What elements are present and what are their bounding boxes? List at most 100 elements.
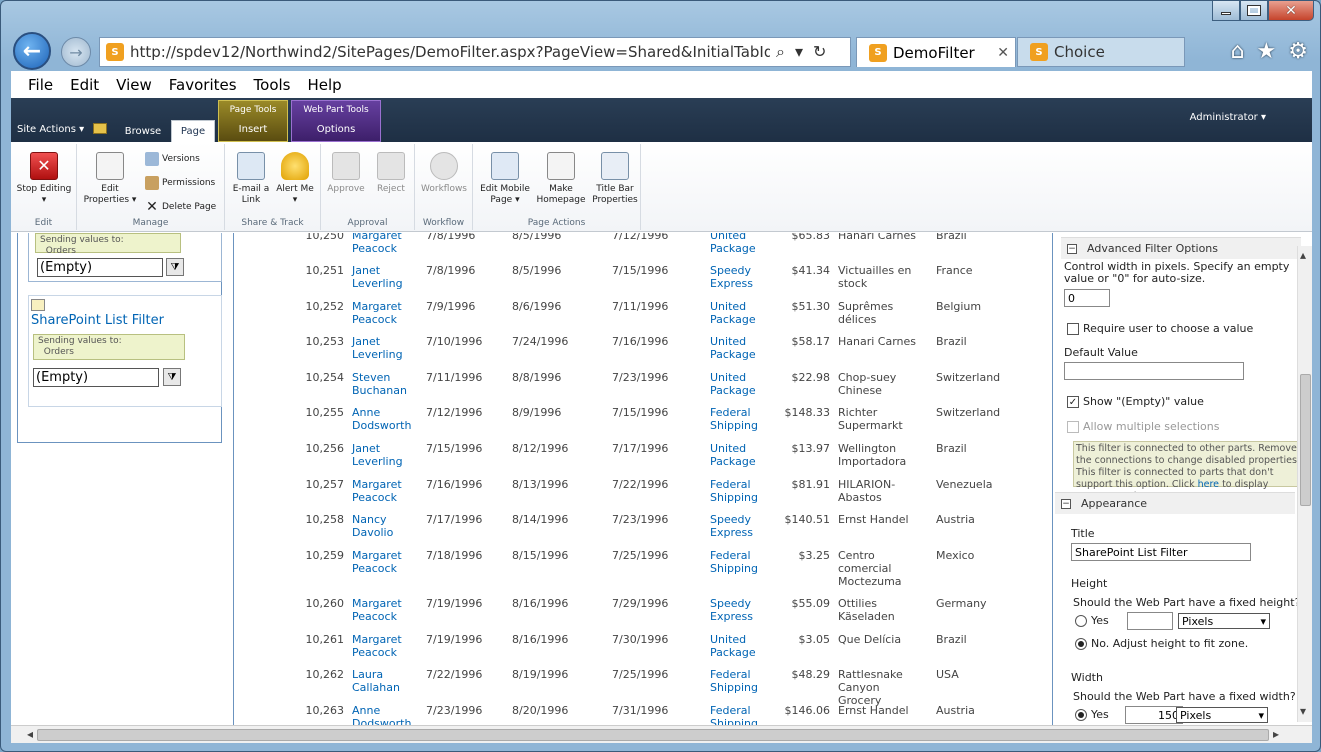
employee-link[interactable]: Anne Dodsworth xyxy=(352,406,422,432)
stop-editing-button[interactable]: ✕ Stop Editing ▾ xyxy=(14,148,74,206)
versions-button[interactable]: Versions xyxy=(145,152,200,166)
workflows-button[interactable]: Workflows xyxy=(415,148,473,195)
employee-link[interactable]: Janet Leverling xyxy=(352,335,422,361)
appearance-header[interactable]: − Appearance xyxy=(1055,492,1295,514)
user-menu[interactable]: Administrator ▾ xyxy=(1190,112,1266,123)
tab-demofilter[interactable]: S DemoFilter ✕ xyxy=(856,37,1016,67)
scroll-right-icon[interactable]: ▸ xyxy=(1273,727,1279,741)
employee-link[interactable]: Margaret Peacock xyxy=(352,549,422,575)
employee-link[interactable]: Laura Callahan xyxy=(352,668,422,694)
employee-link[interactable]: Margaret Peacock xyxy=(352,633,422,659)
height-unit-select[interactable]: Pixels ▾ xyxy=(1178,613,1270,629)
menu-view[interactable]: View xyxy=(116,76,152,94)
edit-properties-button[interactable]: Edit Properties ▾ xyxy=(81,148,139,206)
shipper-link[interactable]: United Package xyxy=(710,335,780,361)
employee-link[interactable]: Margaret Peacock xyxy=(352,597,422,623)
shipper-link[interactable]: Federal Shipping xyxy=(710,668,780,694)
scroll-thumb[interactable] xyxy=(1300,374,1311,506)
employee-link[interactable]: Margaret Peacock xyxy=(352,300,422,326)
scroll-left-icon[interactable]: ◂ xyxy=(27,727,33,741)
scroll-down-icon[interactable]: ▾ xyxy=(1300,704,1306,718)
filter-value-input[interactable]: (Empty) xyxy=(37,258,163,277)
checkbox-icon[interactable] xyxy=(1067,323,1079,335)
shipper-link[interactable]: Federal Shipping xyxy=(710,406,780,432)
shipper-link[interactable]: United Package xyxy=(710,633,780,659)
height-value-input[interactable] xyxy=(1127,612,1173,630)
permissions-button[interactable]: Permissions xyxy=(145,176,215,190)
shipper-link[interactable]: Federal Shipping xyxy=(710,478,780,504)
show-empty-checkbox[interactable]: ✓ Show "(Empty)" value xyxy=(1067,395,1297,408)
maximize-button[interactable] xyxy=(1240,1,1268,21)
navigate-up-icon[interactable] xyxy=(93,123,107,134)
shipper-link[interactable]: United Package xyxy=(710,371,780,397)
close-button[interactable]: ✕ xyxy=(1268,1,1314,21)
filter-picker-icon[interactable]: ⧩ xyxy=(166,258,184,276)
filter-value-input[interactable]: (Empty) xyxy=(33,368,159,387)
collapse-icon[interactable]: − xyxy=(1067,243,1077,254)
height-no-radio[interactable]: No. Adjust height to fit zone. xyxy=(1075,637,1305,650)
dropdown-icon[interactable]: ▾ xyxy=(795,42,803,62)
scroll-up-icon[interactable]: ▴ xyxy=(1300,248,1306,262)
menu-file[interactable]: File xyxy=(28,76,53,94)
tab-page[interactable]: Page xyxy=(171,120,215,142)
shipper-link[interactable]: Federal Shipping xyxy=(710,549,780,575)
require-value-checkbox[interactable]: Require user to choose a value xyxy=(1067,322,1297,335)
unsupported-parts-link[interactable]: here xyxy=(1198,479,1219,490)
employee-link[interactable]: Janet Leverling xyxy=(352,264,422,290)
delete-page-button[interactable]: ✕ Delete Page xyxy=(145,200,216,214)
scroll-thumb[interactable] xyxy=(37,729,1269,741)
reject-button[interactable]: Reject xyxy=(369,148,413,195)
refresh-icon[interactable]: ↻ xyxy=(813,42,826,62)
edit-mobile-page-button[interactable]: Edit Mobile Page ▾ xyxy=(477,148,533,206)
email-link-button[interactable]: E-mail a Link xyxy=(227,148,275,206)
shipper-link[interactable]: United Package xyxy=(710,442,780,468)
minimize-button[interactable] xyxy=(1212,1,1240,21)
site-actions-menu[interactable]: Site Actions ▾ xyxy=(17,124,84,135)
width-fixed-input[interactable]: 150 xyxy=(1125,706,1183,724)
width-unit-select[interactable]: Pixels ▾ xyxy=(1176,707,1268,723)
filter-picker-icon[interactable]: ⧩ xyxy=(163,368,181,386)
allow-multiple-checkbox[interactable]: Allow multiple selections xyxy=(1067,420,1297,433)
back-button[interactable]: ← xyxy=(13,32,51,70)
horizontal-scrollbar[interactable]: ◂ ▸ xyxy=(11,725,1312,743)
favorites-star-icon[interactable]: ★ xyxy=(1257,39,1277,64)
radio-icon[interactable] xyxy=(1075,615,1087,627)
employee-link[interactable]: Janet Leverling xyxy=(352,442,422,468)
radio-selected-icon[interactable] xyxy=(1075,709,1087,721)
advanced-filter-options-header[interactable]: − Advanced Filter Options xyxy=(1061,237,1301,259)
address-bar[interactable]: S http://spdev12/Northwind2/SitePages/De… xyxy=(99,37,851,67)
search-icon[interactable]: ⌕ xyxy=(776,42,785,62)
menu-help[interactable]: Help xyxy=(308,76,342,94)
tab-browse[interactable]: Browse xyxy=(115,120,171,142)
employee-link[interactable]: Margaret Peacock xyxy=(352,478,422,504)
shipper-link[interactable]: Speedy Express xyxy=(710,264,780,290)
employee-link[interactable]: Margaret Peacock xyxy=(352,233,422,255)
menu-tools[interactable]: Tools xyxy=(254,76,291,94)
collapse-icon[interactable]: − xyxy=(1061,498,1071,509)
menu-favorites[interactable]: Favorites xyxy=(169,76,237,94)
shipper-link[interactable]: United Package xyxy=(710,233,780,255)
tab-choice[interactable]: S Choice xyxy=(1017,37,1185,67)
radio-selected-icon[interactable] xyxy=(1075,638,1087,650)
default-value-input[interactable] xyxy=(1064,362,1244,380)
title-bar-properties-button[interactable]: Title Bar Properties xyxy=(587,148,643,206)
tool-pane-scrollbar[interactable]: ▴ ▾ xyxy=(1297,246,1312,722)
web-part-title[interactable]: SharePoint List Filter xyxy=(31,313,189,328)
checkbox-checked-icon[interactable]: ✓ xyxy=(1067,396,1079,408)
home-icon[interactable]: ⌂ xyxy=(1231,39,1245,64)
shipper-link[interactable]: Speedy Express xyxy=(710,513,780,539)
employee-link[interactable]: Steven Buchanan xyxy=(352,371,422,397)
employee-link[interactable]: Nancy Davolio xyxy=(352,513,422,539)
forward-button[interactable]: → xyxy=(61,37,91,67)
shipper-link[interactable]: Speedy Express xyxy=(710,597,780,623)
make-homepage-button[interactable]: Make Homepage xyxy=(533,148,589,206)
approve-button[interactable]: Approve xyxy=(323,148,369,195)
control-width-input[interactable]: 0 xyxy=(1064,289,1110,307)
title-input[interactable]: SharePoint List Filter xyxy=(1071,543,1251,561)
alert-me-button[interactable]: Alert Me ▾ xyxy=(273,148,317,206)
shipper-link[interactable]: United Package xyxy=(710,300,780,326)
tab-close-icon[interactable]: ✕ xyxy=(997,45,1009,61)
tab-options[interactable]: Options xyxy=(292,124,380,135)
gear-icon[interactable]: ⚙ xyxy=(1288,39,1308,64)
menu-edit[interactable]: Edit xyxy=(70,76,99,94)
